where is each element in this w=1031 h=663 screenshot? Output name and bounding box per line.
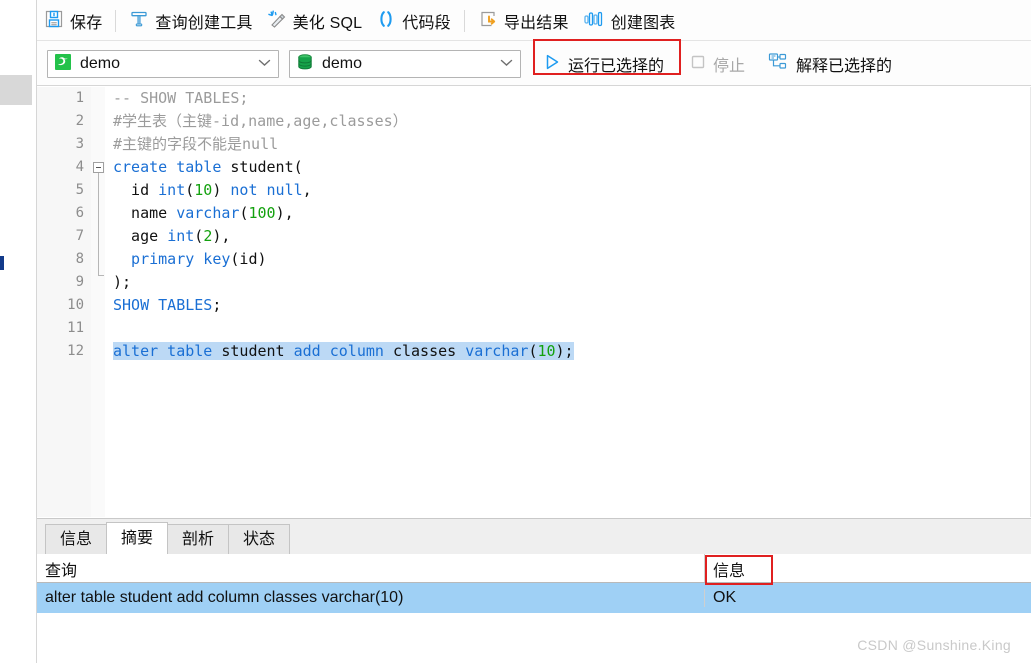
stop-icon xyxy=(690,54,706,74)
connection-select[interactable]: demo xyxy=(47,49,279,78)
save-icon xyxy=(44,9,64,33)
create-chart-button[interactable]: 创建图表 xyxy=(576,0,683,41)
line-number: 5 xyxy=(75,182,84,198)
stop-label: 停止 xyxy=(713,57,746,75)
line-number: 11 xyxy=(67,320,84,336)
chevron-down-icon-2[interactable] xyxy=(500,58,513,70)
stop-button[interactable]: 停止 xyxy=(684,49,751,79)
explain-selected-button[interactable]: 解释已选择的 xyxy=(761,49,898,79)
editor-toolbar: 保存 查询创建工具 美化 SQL 代码段 导出结果 创建图表 xyxy=(37,0,1031,41)
create-chart-icon xyxy=(583,9,605,33)
result-tab-bar: 信息 摘要 剖析 状态 xyxy=(37,518,1031,554)
save-button[interactable]: 保存 xyxy=(37,0,109,41)
line-number: 4 xyxy=(75,159,84,175)
beautify-sql-label: 美化 SQL xyxy=(292,14,363,32)
database-icon xyxy=(296,53,314,75)
code-line-9: ); xyxy=(113,273,132,291)
fold-range-line xyxy=(98,173,99,275)
code-snippet-label: 代码段 xyxy=(402,14,451,32)
code-line-5: id int(10) not null, xyxy=(113,181,312,199)
fold-toggle-icon[interactable] xyxy=(93,162,104,173)
save-label: 保存 xyxy=(70,14,103,32)
code-line-3: #主键的字段不能是null xyxy=(113,135,279,153)
line-number: 3 xyxy=(75,136,84,152)
export-result-icon xyxy=(478,9,498,33)
toolbar-separator-2 xyxy=(463,9,465,32)
chevron-down-icon[interactable] xyxy=(258,58,271,70)
table-row[interactable]: alter table student add column classes v… xyxy=(37,555,1031,613)
sql-editor-panel[interactable]: 1 2 3 4 5 6 7 8 9 10 11 12 -- SHOW TABLE… xyxy=(37,87,1031,517)
sidebar-text-fragment xyxy=(0,256,4,270)
line-number: 9 xyxy=(75,274,84,290)
play-icon xyxy=(543,53,561,75)
tab-status[interactable]: 状态 xyxy=(228,524,291,554)
line-number: 6 xyxy=(75,205,84,221)
code-content[interactable]: -- SHOW TABLES; #学生表（主键-id,name,age,clas… xyxy=(105,87,1030,517)
code-snippet-button[interactable]: 代码段 xyxy=(369,0,458,41)
query-builder-icon xyxy=(129,9,149,33)
export-result-button[interactable]: 导出结果 xyxy=(471,0,576,41)
line-number: 8 xyxy=(75,251,84,267)
column-header-query: 查询 xyxy=(37,554,705,582)
code-line-12: alter table student add column classes v… xyxy=(113,342,574,360)
export-result-label: 导出结果 xyxy=(503,14,569,32)
connection-value: demo xyxy=(80,54,121,72)
watermark: CSDN @Sunshine.King xyxy=(857,637,1011,653)
connection-toolbar: demo demo 运行已选择的 停止 解释已选择的 xyxy=(37,38,1031,86)
code-line-10: SHOW TABLES; xyxy=(113,296,222,314)
explain-plan-icon xyxy=(767,52,789,76)
tab-summary[interactable]: 摘要 xyxy=(106,522,169,554)
beautify-sql-icon xyxy=(267,9,287,33)
run-selected-label: 运行已选择的 xyxy=(568,57,665,75)
line-number: 7 xyxy=(75,228,84,244)
fold-range-end xyxy=(98,275,104,276)
database-value: demo xyxy=(322,54,363,72)
mysql-dolphin-icon xyxy=(54,53,72,75)
tab-info[interactable]: 信息 xyxy=(45,524,108,554)
line-number: 12 xyxy=(67,343,84,359)
run-controls: 运行已选择的 停止 解释已选择的 xyxy=(533,38,898,79)
code-line-2: #学生表（主键-id,name,age,classes） xyxy=(113,112,408,130)
code-line-8: primary key(id) xyxy=(113,250,267,268)
cell-info[interactable]: OK xyxy=(705,589,1031,607)
grid-header-row: 查询 信息 xyxy=(37,554,1031,583)
code-snippet-icon xyxy=(376,9,396,33)
run-selected-button[interactable]: 运行已选择的 xyxy=(537,49,670,79)
editor-gutter: 1 2 3 4 5 6 7 8 9 10 11 12 xyxy=(37,87,92,517)
query-builder-label: 查询创建工具 xyxy=(155,14,253,32)
toolbar-separator xyxy=(115,9,117,32)
code-line-4: create table student( xyxy=(113,158,303,176)
editor-fold-column[interactable] xyxy=(91,87,105,517)
line-number: 2 xyxy=(75,113,84,129)
cell-query[interactable]: alter table student add column classes v… xyxy=(37,589,705,607)
sidebar-grey-block xyxy=(0,75,32,105)
column-header-info: 信息 xyxy=(713,563,746,580)
code-line-6: name varchar(100), xyxy=(113,204,294,222)
create-chart-label: 创建图表 xyxy=(610,14,676,32)
result-grid[interactable]: 查询 信息 alter table student add column cla… xyxy=(37,554,1031,632)
code-line-7: age int(2), xyxy=(113,227,231,245)
code-line-1: -- SHOW TABLES; xyxy=(113,89,249,107)
explain-selected-label: 解释已选择的 xyxy=(796,57,893,75)
outer-app-left-sliver xyxy=(0,0,36,663)
database-select[interactable]: demo xyxy=(289,49,521,78)
line-number: 10 xyxy=(67,297,84,313)
query-builder-button[interactable]: 查询创建工具 xyxy=(122,0,259,41)
beautify-sql-button[interactable]: 美化 SQL xyxy=(260,0,370,41)
tab-profile[interactable]: 剖析 xyxy=(167,524,230,554)
line-number: 1 xyxy=(75,90,84,106)
